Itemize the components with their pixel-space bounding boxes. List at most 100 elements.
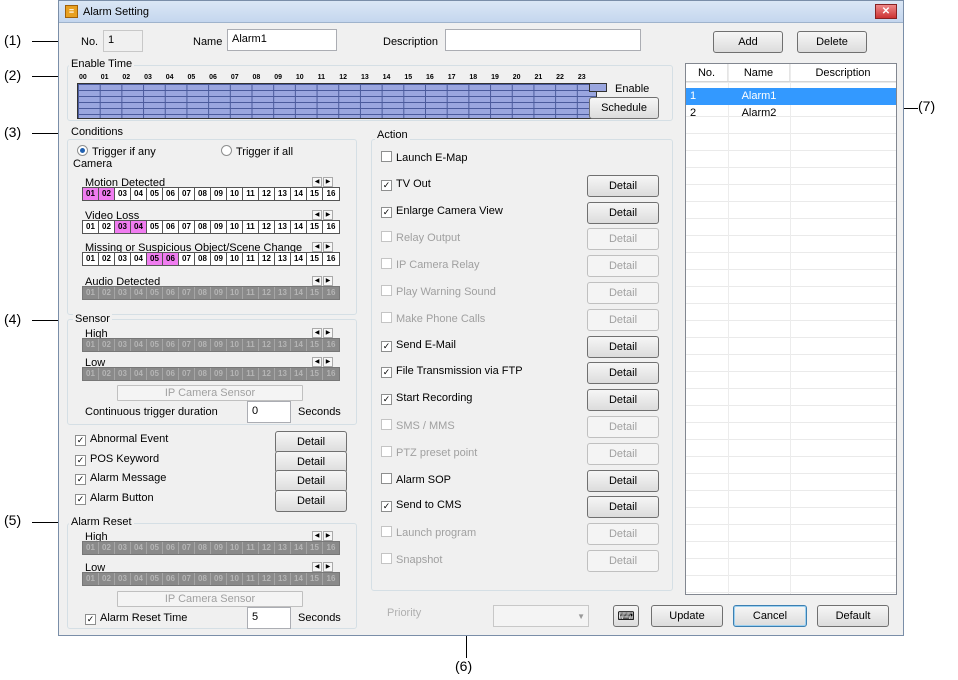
description-input[interactable] bbox=[445, 29, 641, 51]
missing-channel[interactable]: 14 bbox=[291, 253, 307, 265]
left-arrow-icon[interactable]: ◀ bbox=[312, 242, 322, 252]
right-arrow-icon[interactable]: ▶ bbox=[323, 562, 333, 572]
alarm-button-detail-button[interactable]: Detail bbox=[275, 490, 347, 512]
action-checkbox-launch-e-map[interactable]: Launch E-Map bbox=[381, 151, 468, 165]
missing-channel[interactable]: 04 bbox=[131, 253, 147, 265]
motion-channel[interactable]: 09 bbox=[211, 188, 227, 200]
action-checkbox-send-e-mail[interactable]: ✓ Send E-Mail bbox=[381, 339, 456, 353]
missing-channel-grid[interactable]: 01 02 03 04 05 06 07 08 09 10 11 12 13 14 15 16 bbox=[82, 252, 340, 266]
action-checkbox-alarm-sop[interactable]: Alarm SOP bbox=[381, 472, 451, 487]
video-loss-channel[interactable]: 07 bbox=[179, 221, 195, 233]
motion-channel[interactable]: 11 bbox=[243, 188, 259, 200]
missing-channel[interactable]: 13 bbox=[275, 253, 291, 265]
alarm-reset-time-checkbox[interactable]: ✓ Alarm Reset Time bbox=[85, 612, 187, 626]
motion-channel[interactable]: 01 bbox=[83, 188, 99, 200]
action-detail-button[interactable]: Detail bbox=[587, 469, 659, 492]
action-checkbox-start-recording[interactable]: ✓ Start Recording bbox=[381, 392, 472, 406]
missing-scroll-arrows[interactable]: ◀ ▶ bbox=[311, 242, 333, 252]
video-loss-channel[interactable]: 03 bbox=[115, 221, 131, 233]
left-arrow-icon[interactable]: ◀ bbox=[312, 328, 322, 338]
missing-channel[interactable]: 09 bbox=[211, 253, 227, 265]
missing-channel[interactable]: 01 bbox=[83, 253, 99, 265]
missing-channel[interactable]: 06 bbox=[163, 253, 179, 265]
right-arrow-icon[interactable]: ▶ bbox=[323, 531, 333, 541]
list-row[interactable]: 1 Alarm1 bbox=[686, 88, 896, 105]
alarm-reset-time-input[interactable]: 5 bbox=[247, 607, 291, 629]
missing-channel[interactable]: 07 bbox=[179, 253, 195, 265]
right-arrow-icon[interactable]: ▶ bbox=[323, 276, 333, 286]
delete-button[interactable]: Delete bbox=[797, 31, 867, 53]
missing-channel[interactable]: 08 bbox=[195, 253, 211, 265]
motion-channel[interactable]: 03 bbox=[115, 188, 131, 200]
sensor-low-arrows[interactable]: ◀ ▶ bbox=[311, 357, 333, 367]
list-row[interactable]: 2 Alarm2 bbox=[686, 105, 896, 122]
missing-channel[interactable]: 10 bbox=[227, 253, 243, 265]
trigger-any-radio[interactable]: Trigger if any bbox=[77, 145, 156, 158]
right-arrow-icon[interactable]: ▶ bbox=[323, 177, 333, 187]
right-arrow-icon[interactable]: ▶ bbox=[323, 210, 333, 220]
video-loss-channel[interactable]: 15 bbox=[307, 221, 323, 233]
video-loss-channel[interactable]: 09 bbox=[211, 221, 227, 233]
abnormal-event-checkbox[interactable]: ✓ Abnormal Event bbox=[75, 433, 168, 447]
video-loss-channel[interactable]: 05 bbox=[147, 221, 163, 233]
video-loss-scroll-arrows[interactable]: ◀ ▶ bbox=[311, 210, 333, 220]
duration-input[interactable]: 0 bbox=[247, 401, 291, 423]
reset-high-arrows[interactable]: ◀ ▶ bbox=[311, 531, 333, 541]
missing-channel[interactable]: 03 bbox=[115, 253, 131, 265]
action-detail-button[interactable]: Detail bbox=[587, 335, 659, 358]
video-loss-channel[interactable]: 02 bbox=[99, 221, 115, 233]
right-arrow-icon[interactable]: ▶ bbox=[323, 242, 333, 252]
video-loss-channel[interactable]: 13 bbox=[275, 221, 291, 233]
right-arrow-icon[interactable]: ▶ bbox=[323, 357, 333, 367]
left-arrow-icon[interactable]: ◀ bbox=[312, 177, 322, 187]
video-loss-channel[interactable]: 04 bbox=[131, 221, 147, 233]
motion-channel[interactable]: 10 bbox=[227, 188, 243, 200]
missing-channel[interactable]: 05 bbox=[147, 253, 163, 265]
action-detail-button[interactable]: Detail bbox=[587, 362, 659, 385]
video-loss-channel[interactable]: 16 bbox=[323, 221, 339, 233]
close-button[interactable]: ✕ bbox=[875, 4, 897, 19]
ip-camera-sensor-button[interactable]: IP Camera Sensor bbox=[117, 385, 303, 401]
left-arrow-icon[interactable]: ◀ bbox=[312, 276, 322, 286]
action-detail-button[interactable]: Detail bbox=[587, 496, 659, 519]
update-button[interactable]: Update bbox=[651, 605, 723, 627]
video-loss-channel[interactable]: 10 bbox=[227, 221, 243, 233]
motion-channel[interactable]: 16 bbox=[323, 188, 339, 200]
action-checkbox-file-transmission-via-ftp[interactable]: ✓ File Transmission via FTP bbox=[381, 365, 523, 379]
alarm-button-checkbox[interactable]: ✓ Alarm Button bbox=[75, 492, 154, 506]
add-button[interactable]: Add bbox=[713, 31, 783, 53]
reset-low-arrows[interactable]: ◀ ▶ bbox=[311, 562, 333, 572]
motion-channel[interactable]: 14 bbox=[291, 188, 307, 200]
left-arrow-icon[interactable]: ◀ bbox=[312, 531, 322, 541]
missing-channel[interactable]: 16 bbox=[323, 253, 339, 265]
motion-scroll-arrows[interactable]: ◀ ▶ bbox=[311, 177, 333, 187]
video-loss-channel[interactable]: 08 bbox=[195, 221, 211, 233]
keyboard-button[interactable]: ⌨ bbox=[613, 605, 639, 627]
enable-time-grid[interactable] bbox=[77, 83, 597, 119]
alarm-message-detail-button[interactable]: Detail bbox=[275, 470, 347, 492]
video-loss-channel[interactable]: 01 bbox=[83, 221, 99, 233]
motion-channel[interactable]: 04 bbox=[131, 188, 147, 200]
right-arrow-icon[interactable]: ▶ bbox=[323, 328, 333, 338]
motion-channel-grid[interactable]: 01 02 03 04 05 06 07 08 09 10 11 12 13 14 15 16 bbox=[82, 187, 340, 201]
pos-keyword-checkbox[interactable]: ✓ POS Keyword bbox=[75, 453, 159, 467]
missing-channel[interactable]: 11 bbox=[243, 253, 259, 265]
motion-channel[interactable]: 05 bbox=[147, 188, 163, 200]
action-checkbox-send-to-cms[interactable]: ✓ Send to CMS bbox=[381, 499, 461, 513]
priority-select[interactable]: ▼ bbox=[493, 605, 589, 627]
action-checkbox-enlarge-camera-view[interactable]: ✓ Enlarge Camera View bbox=[381, 205, 503, 219]
left-arrow-icon[interactable]: ◀ bbox=[312, 357, 322, 367]
alarm-message-checkbox[interactable]: ✓ Alarm Message bbox=[75, 472, 166, 486]
video-loss-channel[interactable]: 11 bbox=[243, 221, 259, 233]
missing-channel[interactable]: 15 bbox=[307, 253, 323, 265]
motion-channel[interactable]: 02 bbox=[99, 188, 115, 200]
reset-ip-camera-sensor-button[interactable]: IP Camera Sensor bbox=[117, 591, 303, 607]
list-header-description[interactable]: Description bbox=[790, 64, 896, 81]
audio-scroll-arrows[interactable]: ◀ ▶ bbox=[311, 276, 333, 286]
left-arrow-icon[interactable]: ◀ bbox=[312, 210, 322, 220]
left-arrow-icon[interactable]: ◀ bbox=[312, 562, 322, 572]
action-detail-button[interactable]: Detail bbox=[587, 389, 659, 412]
missing-channel[interactable]: 12 bbox=[259, 253, 275, 265]
motion-channel[interactable]: 08 bbox=[195, 188, 211, 200]
motion-channel[interactable]: 15 bbox=[307, 188, 323, 200]
